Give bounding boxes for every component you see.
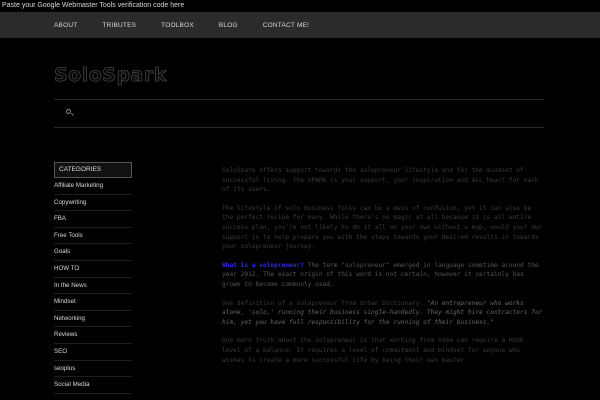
site-logo[interactable]: SoloSpark <box>54 64 167 87</box>
nav-contact[interactable]: CONTACT ME! <box>263 22 309 29</box>
category-item[interactable]: Copywriting <box>54 195 132 212</box>
category-item[interactable]: SEO <box>54 344 132 361</box>
category-item[interactable]: FBA <box>54 211 132 228</box>
nav-toolbox[interactable]: TOOLBOX <box>161 22 194 29</box>
category-item[interactable]: Goals <box>54 244 132 261</box>
solopreneur-link[interactable]: What is a solopreneur? <box>222 262 304 269</box>
intro-paragraph: SoloSpark offers support towards the sol… <box>222 167 539 194</box>
main-content: SoloSpark offers support towards the sol… <box>222 166 544 374</box>
verification-notice: Paste your Google Webmaster Tools verifi… <box>0 0 600 12</box>
category-item[interactable]: HOW TO <box>54 261 132 278</box>
category-item[interactable]: Reviews <box>54 327 132 344</box>
lifestyle-paragraph: The lifestyle of solo business folks can… <box>222 204 543 251</box>
nav-blog[interactable]: BLOG <box>219 22 238 29</box>
nav-tributes[interactable]: TRIBUTES <box>102 22 136 29</box>
category-item[interactable]: seoplus <box>54 361 132 378</box>
definition-paragraph: One definition of a solopreneur from Urb… <box>222 299 544 328</box>
nav-about[interactable]: ABOUT <box>54 22 77 29</box>
category-item[interactable]: Social Media <box>54 377 132 394</box>
solopreneur-paragraph: What is a solopreneur? The term "solopre… <box>222 261 544 290</box>
categories-heading: CATEGORIES <box>54 162 132 178</box>
category-item[interactable]: In the News <box>54 278 132 295</box>
category-item[interactable]: Mindset <box>54 294 132 311</box>
search-icon[interactable] <box>66 109 71 114</box>
category-item[interactable]: Free Tools <box>54 228 132 245</box>
category-list: Affiliate Marketing Copywriting FBA Free… <box>54 178 132 394</box>
divider-top <box>54 99 544 100</box>
category-item[interactable]: Networking <box>54 311 132 328</box>
truth-paragraph: One more truth about the solopreneur is … <box>222 337 524 364</box>
main-nav: ABOUT TRIBUTES TOOLBOX BLOG CONTACT ME! <box>0 12 600 38</box>
divider-bottom <box>54 127 544 128</box>
category-item[interactable]: Affiliate Marketing <box>54 178 132 195</box>
sidebar: CATEGORIES Affiliate Marketing Copywriti… <box>54 162 132 394</box>
definition-lead: One definition of a solopreneur from Urb… <box>222 299 427 307</box>
